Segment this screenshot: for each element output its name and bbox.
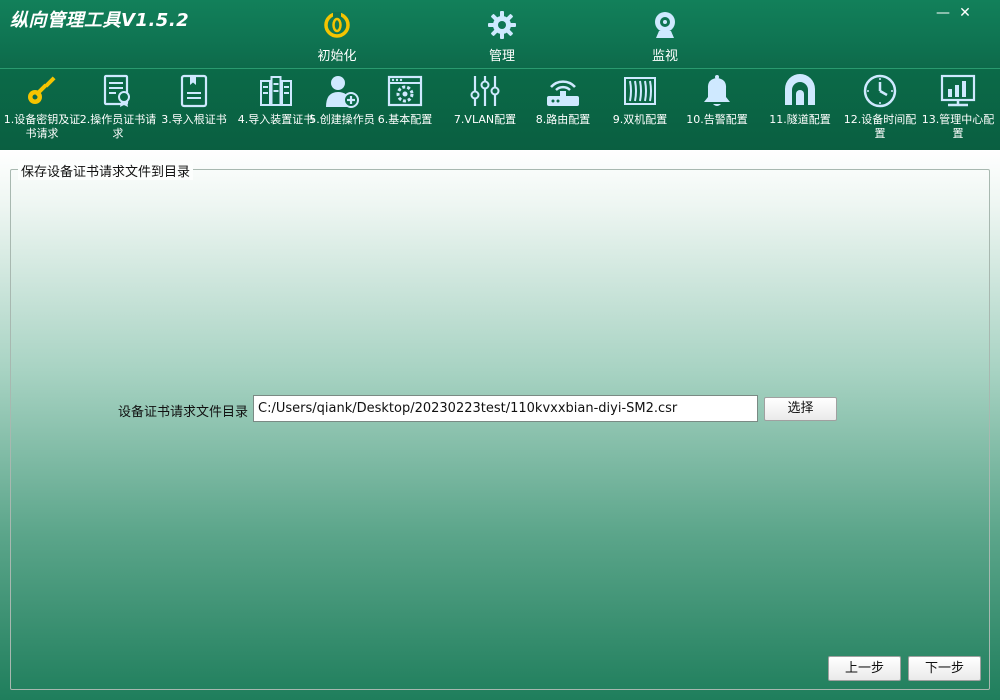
tool-label: 3.导入根证书 [161, 113, 227, 126]
tool-label: 13.管理中心配置 [921, 113, 995, 140]
nav-init-label: 初始化 [317, 49, 357, 64]
certificate-icon [103, 74, 130, 107]
radiator-icon [624, 77, 656, 105]
add-user-icon [326, 76, 359, 108]
book-icon [180, 74, 208, 108]
tool-management-center-config[interactable]: 13.管理中心配置 [916, 73, 1000, 149]
group-title: 保存设备证书请求文件到目录 [18, 161, 194, 180]
close-button[interactable]: ✕ [954, 4, 976, 22]
previous-step-button[interactable]: 上一步 [828, 656, 901, 681]
nav-manage[interactable]: 管理 [457, 10, 547, 66]
settings-window-icon [387, 75, 423, 107]
tool-alarm-config[interactable]: 10.告警配置 [675, 73, 759, 149]
tool-label: 12.设备时间配置 [843, 113, 917, 140]
bell-icon [704, 75, 730, 106]
webcam-icon [655, 12, 675, 38]
monitor-chart-icon [940, 74, 976, 107]
tool-label: 8.路由配置 [535, 113, 591, 126]
server-rack-icon [260, 76, 292, 106]
key-icon [28, 76, 56, 104]
tool-label: 10.告警配置 [686, 113, 748, 126]
content-panel: 保存设备证书请求文件到目录 设备证书请求文件目录 选择 上一步 下一步 [0, 150, 1000, 700]
tool-label: 7.VLAN配置 [453, 113, 517, 126]
save-request-groupbox [10, 169, 990, 690]
title-bar: 纵向管理工具V1.5.2 — ✕ 初始化 管理 监视 [0, 0, 1000, 68]
nav-manage-label: 管理 [488, 49, 515, 64]
tool-device-time-config[interactable]: 12.设备时间配置 [838, 73, 922, 149]
tool-import-root-cert[interactable]: 3.导入根证书 [152, 73, 236, 149]
next-step-button[interactable]: 下一步 [908, 656, 981, 681]
tool-label: 1.设备密钥及证书请求 [3, 113, 81, 140]
tool-route-config[interactable]: 8.路由配置 [521, 73, 605, 149]
tunnel-icon [785, 74, 815, 105]
tool-label: 6.基本配置 [377, 113, 433, 126]
request-file-path-input[interactable] [253, 395, 758, 422]
tool-label: 9.双机配置 [612, 113, 668, 126]
gear-icon [488, 11, 516, 39]
app-title: 纵向管理工具V1.5.2 [10, 10, 190, 31]
nav-monitor[interactable]: 监视 [620, 10, 710, 66]
clock-icon [863, 74, 897, 108]
power-icon [324, 12, 350, 38]
tool-operator-cert-request[interactable]: 2.操作员证书请求 [76, 73, 160, 149]
step-toolbar: 1.设备密钥及证书请求 2.操作员证书请求 3.导入根证书 4.导入装置证书 5… [0, 68, 1000, 150]
nav-init[interactable]: 初始化 [292, 10, 382, 66]
tool-label: 2.操作员证书请求 [79, 113, 157, 140]
tool-dual-machine-config[interactable]: 9.双机配置 [598, 73, 682, 149]
minimize-button[interactable]: — [932, 4, 954, 22]
choose-button[interactable]: 选择 [764, 397, 837, 421]
tool-basic-config[interactable]: 6.基本配置 [363, 73, 447, 149]
tool-label: 11.隧道配置 [769, 113, 831, 126]
tool-vlan-config[interactable]: 7.VLAN配置 [443, 73, 527, 149]
sliders-icon [470, 76, 500, 106]
nav-monitor-label: 监视 [651, 49, 678, 64]
field-label: 设备证书请求文件目录 [118, 405, 249, 420]
tool-tunnel-config[interactable]: 11.隧道配置 [758, 73, 842, 149]
router-icon [547, 80, 579, 106]
tool-key-cert-request[interactable]: 1.设备密钥及证书请求 [0, 73, 84, 149]
